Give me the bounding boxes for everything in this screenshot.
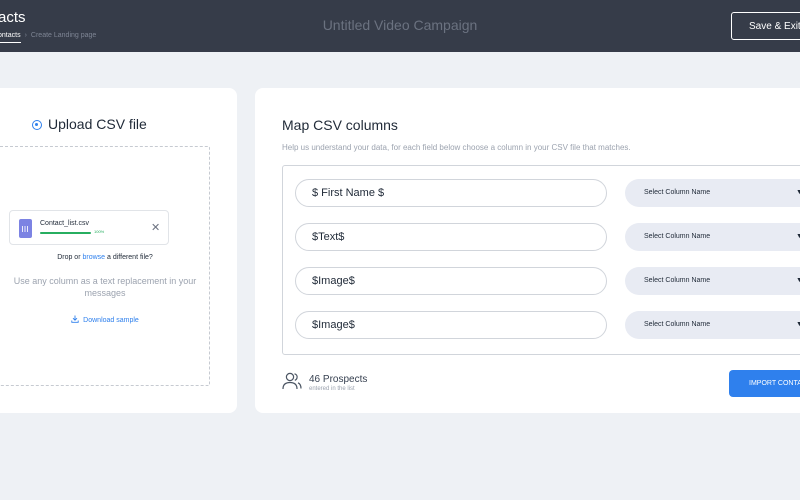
file-name: Contact_list.csv: [40, 220, 90, 227]
field-first-name: $ First Name $: [295, 179, 607, 207]
file-icon: [19, 219, 32, 238]
column-select-label: Select Column Name: [644, 189, 711, 196]
map-columns-title: Map CSV columns: [282, 117, 398, 133]
breadcrumb-create-landing-page[interactable]: Create Landing page: [31, 32, 96, 39]
map-columns-card: Map CSV columns Help us understand your …: [255, 88, 800, 413]
download-icon: [71, 315, 79, 323]
drop-instructions: Drop or browse a different file?: [0, 254, 211, 261]
breadcrumb-separator: ›: [24, 32, 27, 39]
field-text: $Text$: [295, 223, 607, 251]
caret-down-icon: ▼: [796, 189, 800, 196]
upload-csv-card: Upload CSV file Contact_list.csv 100% ✕ …: [0, 88, 237, 413]
uploaded-file-card: Contact_list.csv 100% ✕: [9, 210, 169, 245]
column-select-image[interactable]: Select Column Name ▼: [625, 267, 800, 295]
column-select-label: Select Column Name: [644, 277, 711, 284]
field-image: $Image$: [295, 267, 607, 295]
upload-progress-fill: [40, 232, 91, 234]
radio-selected-icon[interactable]: [32, 120, 42, 130]
column-select-label: Select Column Name: [644, 321, 711, 328]
replacement-hint: Use any column as a text replacement in …: [13, 276, 197, 298]
drop-suffix-text: a different file?: [107, 254, 153, 261]
close-icon[interactable]: ✕: [151, 221, 160, 234]
download-sample-label: Download sample: [83, 317, 139, 324]
column-mapping-box: $ First Name $ Select Column Name ▼ $Tex…: [282, 165, 800, 355]
field-image-2: $Image$: [295, 311, 607, 339]
breadcrumb: ontacts › Create Landing page: [0, 32, 96, 43]
people-icon: [282, 372, 302, 390]
caret-down-icon: ▼: [796, 277, 800, 284]
prospects-count: 46 Prospects: [309, 374, 368, 385]
upload-progress-label: 100%: [94, 229, 105, 234]
download-sample-link[interactable]: Download sample: [0, 315, 211, 324]
upload-csv-title: Upload CSV file: [48, 116, 147, 132]
map-columns-description: Help us understand your data, for each f…: [282, 143, 631, 152]
column-select-label: Select Column Name: [644, 233, 711, 240]
caret-down-icon: ▼: [796, 233, 800, 240]
column-select-text[interactable]: Select Column Name ▼: [625, 223, 800, 251]
prospects-subtitle: entered in the list: [309, 386, 355, 392]
upload-progress-bar: [40, 232, 91, 234]
import-contacts-button[interactable]: IMPORT CONTACTS: [729, 370, 800, 397]
drop-prefix-text: Drop or: [57, 254, 81, 261]
top-header: acts ontacts › Create Landing page Untitle…: [0, 0, 800, 52]
save-exit-button[interactable]: Save & Exit: [731, 12, 800, 40]
column-select-image-2[interactable]: Select Column Name ▼: [625, 311, 800, 339]
breadcrumb-contacts[interactable]: ontacts: [0, 32, 21, 43]
browse-link[interactable]: browse: [82, 254, 105, 261]
caret-down-icon: ▼: [796, 321, 800, 328]
file-dropzone[interactable]: Contact_list.csv 100% ✕ Drop or browse a…: [0, 146, 210, 386]
column-select-first-name[interactable]: Select Column Name ▼: [625, 179, 800, 207]
campaign-title: Untitled Video Campaign: [322, 17, 478, 33]
